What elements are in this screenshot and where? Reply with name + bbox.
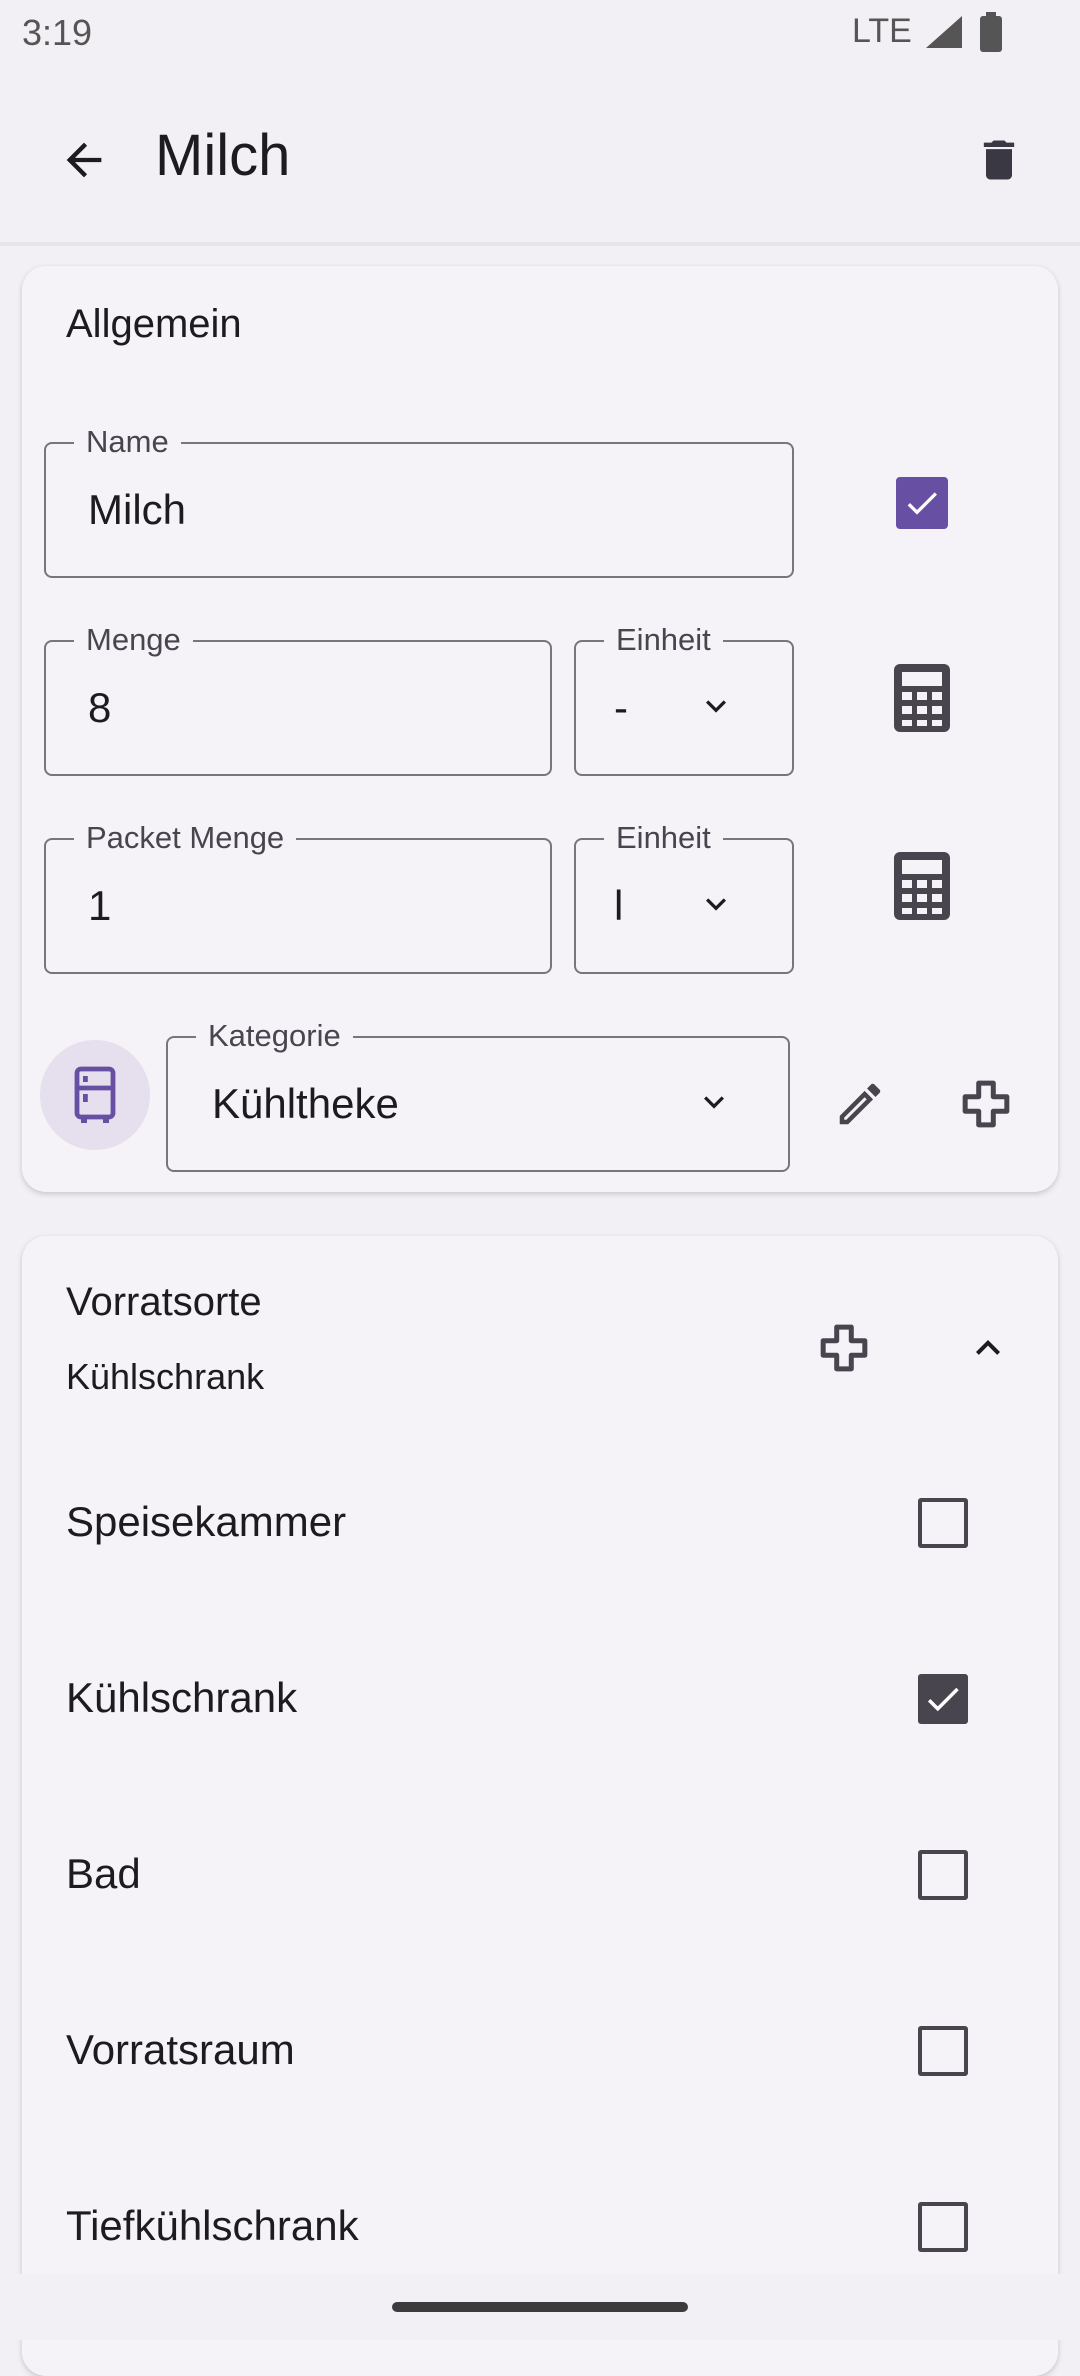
storage-item-label: Vorratsraum — [66, 2026, 295, 2073]
add-category-button[interactable] — [946, 1064, 1026, 1144]
quantity-unit-select[interactable]: Einheit - — [574, 620, 794, 776]
storage-item-label: Speisekammer — [66, 1498, 347, 1545]
list-item[interactable]: Kühlschrank — [22, 1612, 1058, 1788]
category-label: Kategorie — [196, 1016, 353, 1056]
card-title-storage: Vorratsorte — [66, 1280, 262, 1324]
name-checkbox[interactable] — [896, 477, 948, 529]
package-unit-select[interactable]: Einheit l — [574, 818, 794, 974]
storage-item-label: Kühlschrank — [66, 1674, 298, 1721]
list-item[interactable]: Speisekammer — [22, 1436, 1058, 1612]
chevron-down-icon — [704, 1096, 724, 1109]
name-field-value: Milch — [88, 486, 187, 533]
app-bar-divider — [0, 242, 1080, 246]
list-item[interactable]: Bad — [22, 1788, 1058, 1964]
trash-icon — [983, 140, 1015, 180]
quantity-unit-label: Einheit — [604, 620, 723, 660]
storage-subtitle: Kühlschrank — [66, 1356, 265, 1397]
package-quantity-label: Packet Menge — [74, 818, 297, 858]
package-calculator-button[interactable] — [882, 846, 962, 926]
category-select[interactable]: Kategorie Kühltheke — [166, 1016, 790, 1172]
plus-icon — [820, 1324, 868, 1372]
name-field[interactable]: Name Milch — [44, 422, 794, 578]
storage-item-checkbox[interactable] — [918, 2026, 968, 2076]
network-type: LTE — [852, 12, 912, 50]
edit-category-button[interactable] — [820, 1064, 900, 1144]
package-unit-value: l — [614, 882, 624, 929]
quantity-unit-value: - — [614, 684, 628, 731]
category-value: Kühltheke — [212, 1080, 399, 1127]
add-storage-button[interactable] — [804, 1308, 884, 1388]
fridge-icon — [74, 1066, 116, 1123]
package-unit-label: Einheit — [604, 818, 723, 858]
gesture-handle[interactable] — [392, 2302, 688, 2312]
storage-item-checkbox[interactable] — [918, 1674, 968, 1724]
chevron-down-icon — [706, 700, 726, 713]
quantity-field-label: Menge — [74, 620, 193, 660]
card-title-general: Allgemein — [66, 302, 242, 346]
general-card: Allgemein Name Milch Menge 8 Einheit - P… — [22, 266, 1058, 1192]
storage-item-checkbox[interactable] — [918, 1498, 968, 1548]
battery-icon — [980, 12, 1002, 52]
quantity-field[interactable]: Menge 8 — [44, 620, 552, 776]
checkmark-icon — [927, 1687, 959, 1712]
quantity-field-value: 8 — [88, 684, 112, 731]
calculator-icon — [894, 664, 950, 732]
plus-icon — [962, 1080, 1010, 1128]
calculator-button[interactable] — [882, 658, 962, 738]
delete-button[interactable] — [955, 116, 1043, 204]
package-quantity-field[interactable]: Packet Menge 1 — [44, 818, 552, 974]
page-title: Milch — [155, 123, 291, 188]
list-item[interactable]: Vorratsraum — [22, 1964, 1058, 2140]
calculator-icon — [894, 852, 950, 920]
chevron-up-icon — [976, 1340, 1000, 1355]
pencil-icon — [839, 1083, 881, 1125]
chevron-down-icon — [706, 898, 726, 911]
package-quantity-value: 1 — [88, 882, 112, 929]
app-bar: Milch — [0, 66, 1080, 242]
arrow-back-icon — [66, 142, 102, 178]
signal-icon — [926, 16, 962, 48]
status-bar: 3:19 LTE — [0, 0, 1080, 66]
status-time: 3:19 — [22, 12, 93, 53]
storage-item-checkbox[interactable] — [918, 2202, 968, 2252]
storage-item-checkbox[interactable] — [918, 1850, 968, 1900]
back-button[interactable] — [40, 116, 128, 204]
storage-item-label: Bad — [66, 1850, 141, 1897]
category-icon-button[interactable] — [40, 1040, 150, 1150]
checkmark-icon — [907, 492, 937, 515]
collapse-button[interactable] — [948, 1308, 1028, 1388]
name-field-label: Name — [74, 422, 181, 462]
storage-item-label: Tiefkühlschrank — [66, 2202, 359, 2249]
